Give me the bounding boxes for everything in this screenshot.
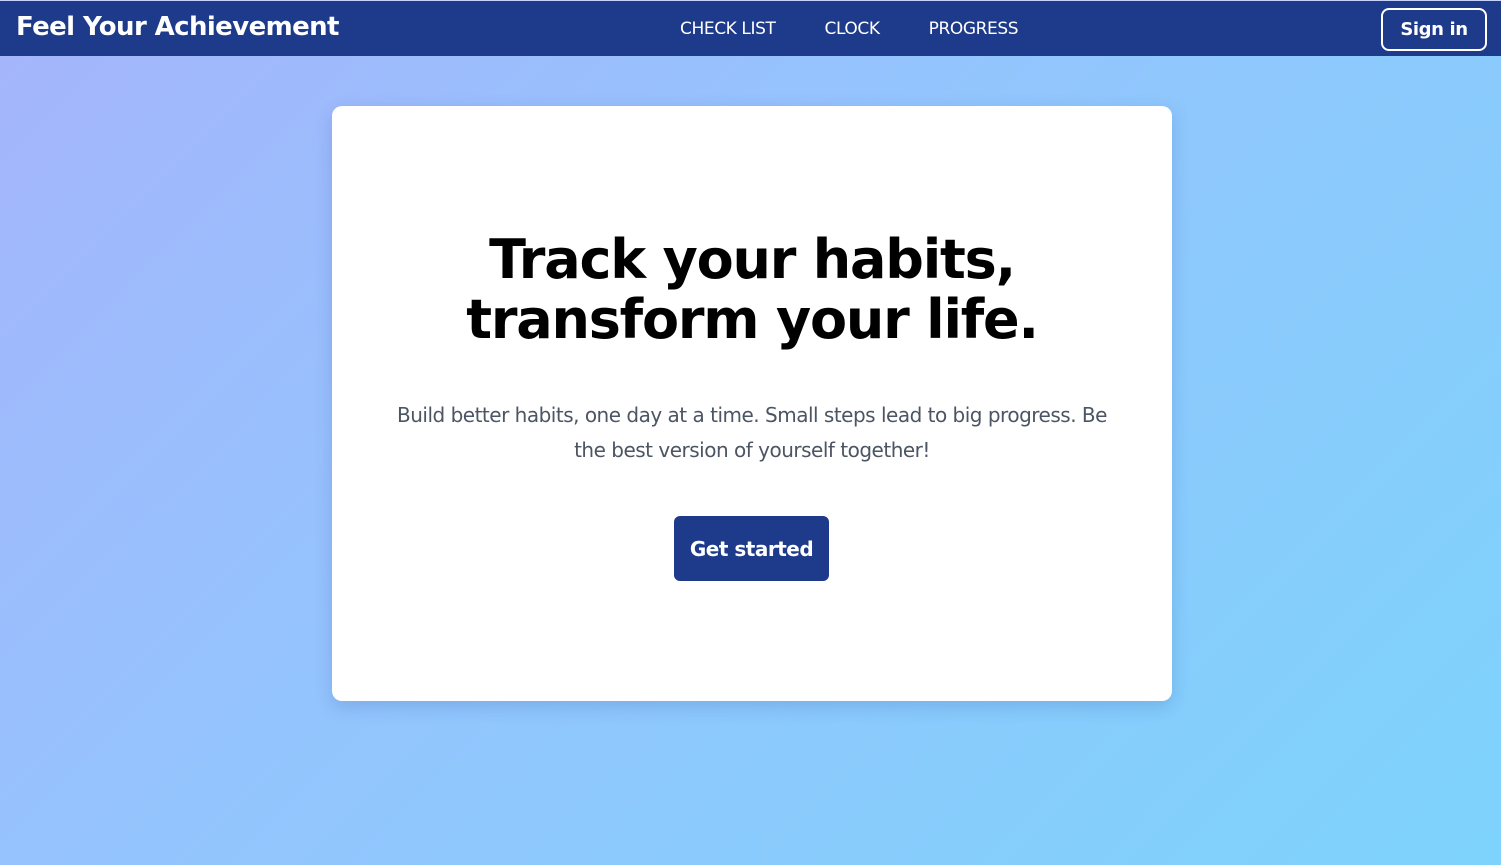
- hero-headline-line-2: transform your life.: [466, 288, 1039, 351]
- nav-link-clock[interactable]: CLOCK: [824, 19, 880, 39]
- nav-link-progress[interactable]: PROGRESS: [929, 19, 1019, 39]
- sign-in-button[interactable]: Sign in: [1381, 8, 1487, 51]
- hero-headline: Track your habits, transform your life.: [332, 230, 1172, 350]
- nav-links: CHECK LIST CLOCK PROGRESS: [680, 19, 1019, 39]
- hero-subtext: Build better habits, one day at a time. …: [382, 398, 1122, 468]
- hero-headline-line-1: Track your habits,: [489, 228, 1016, 291]
- hero-subtext-line-1: Build better habits, one day at a time. …: [397, 403, 1107, 427]
- hero-card: Track your habits, transform your life. …: [332, 106, 1172, 701]
- brand-logo-text[interactable]: Feel Your Achievement: [16, 12, 339, 42]
- get-started-button[interactable]: Get started: [674, 516, 829, 581]
- top-navbar: Feel Your Achievement CHECK LIST CLOCK P…: [0, 0, 1501, 56]
- nav-link-check-list[interactable]: CHECK LIST: [680, 19, 776, 39]
- hero-subtext-line-2: the best version of yourself together!: [574, 438, 930, 462]
